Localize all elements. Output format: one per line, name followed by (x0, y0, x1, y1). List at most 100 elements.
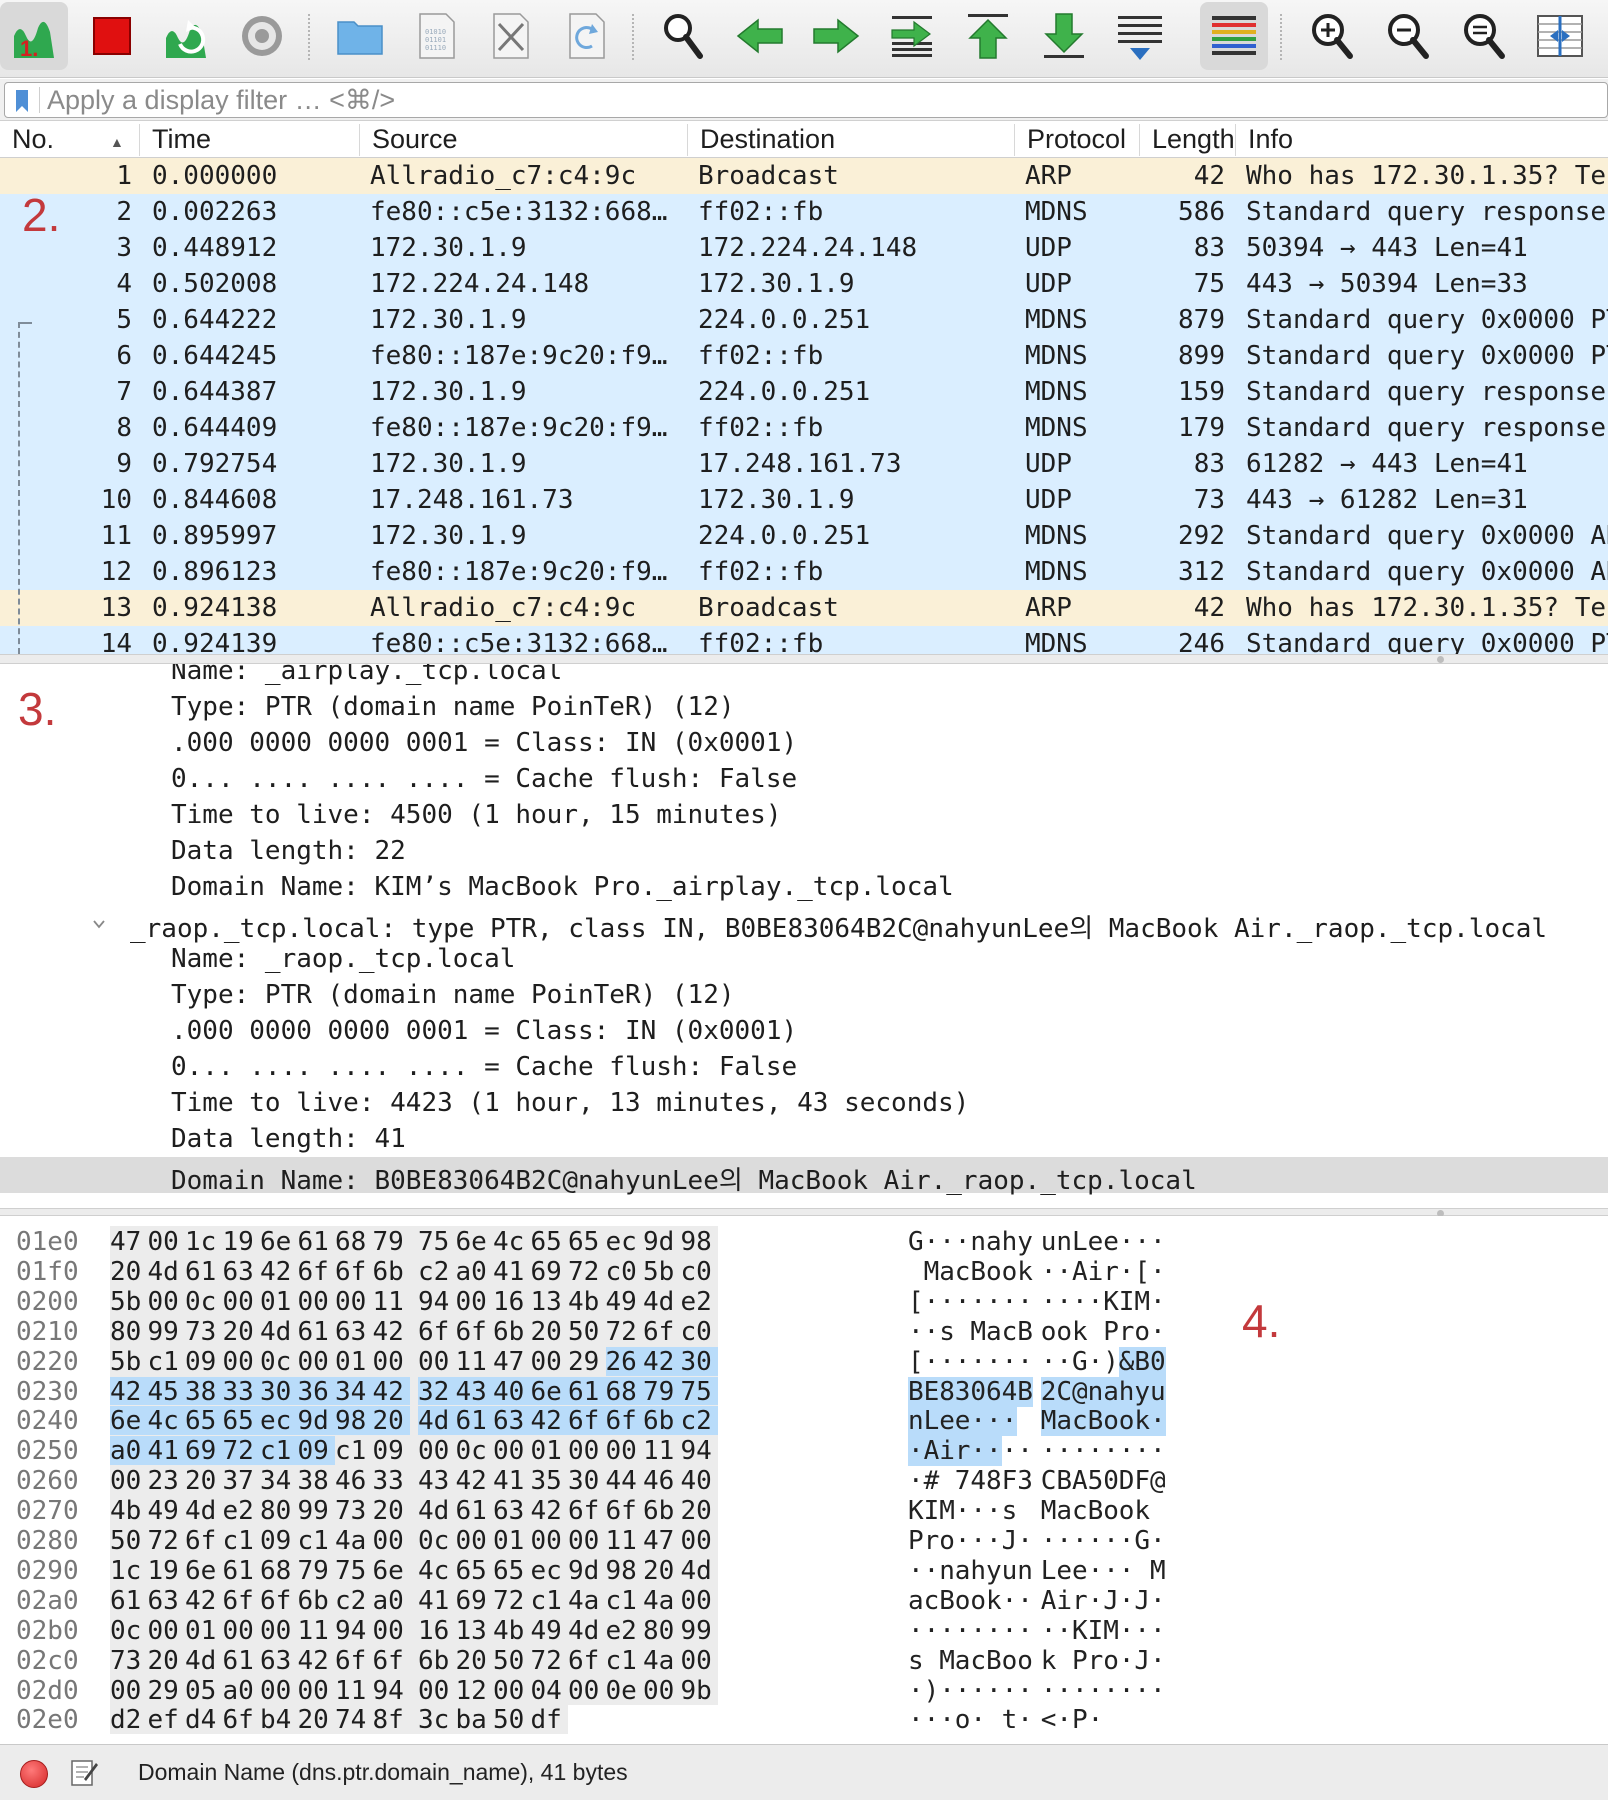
hex-byte[interactable]: 38 (185, 1376, 223, 1407)
hex-bytes[interactable]: 20 4d 61 63 42 6f 6f 6b c2 a0 41 69 72 c0 5b c0 (110, 1255, 718, 1287)
hex-byte[interactable]: 0c (110, 1616, 148, 1646)
hex-byte[interactable]: 79 (373, 1227, 411, 1257)
hex-byte[interactable]: 00 (493, 1676, 531, 1706)
hex-byte[interactable]: 42 (643, 1346, 681, 1377)
hex-byte[interactable]: ec (531, 1556, 569, 1586)
hex-byte[interactable]: 34 (335, 1376, 373, 1407)
hex-byte[interactable]: 6f (223, 1586, 261, 1616)
detail-line[interactable]: Data length: 22 (0, 833, 1608, 869)
hex-bytes[interactable]: 61 63 42 6f 6f 6b c2 a0 41 69 72 c1 4a c1 4a 00 (110, 1584, 718, 1616)
hex-byte[interactable]: 3c (418, 1705, 456, 1735)
hex-byte[interactable]: 00 (260, 1676, 298, 1706)
hex-byte[interactable]: 42 (260, 1257, 298, 1287)
hex-byte[interactable]: 9b (681, 1676, 719, 1706)
hex-byte[interactable]: c1 (223, 1526, 261, 1556)
hex-byte[interactable]: 42 (298, 1646, 336, 1676)
hex-byte[interactable]: c2 (680, 1406, 718, 1437)
hex-byte[interactable]: 11 (298, 1616, 336, 1646)
hex-byte[interactable]: 63 (493, 1496, 531, 1526)
hex-byte[interactable]: 19 (223, 1227, 261, 1257)
hex-byte[interactable]: 79 (298, 1556, 336, 1586)
hex-byte[interactable]: 68 (605, 1376, 643, 1407)
hex-byte[interactable]: 6b (298, 1586, 336, 1616)
hex-byte[interactable]: 75 (335, 1556, 373, 1586)
go-last-button[interactable] (1030, 2, 1098, 70)
save-file-button[interactable]: 01010 01101 01110 (402, 2, 470, 70)
hex-byte[interactable]: d2 (110, 1705, 148, 1735)
detail-line[interactable]: Data length: 41 (0, 1121, 1608, 1157)
hex-byte[interactable]: 44 (606, 1466, 644, 1496)
hex-byte[interactable]: c1 (606, 1586, 644, 1616)
hex-byte[interactable]: 1c (185, 1227, 223, 1257)
hex-byte[interactable]: 79 (643, 1376, 681, 1407)
hex-byte[interactable]: 61 (456, 1496, 494, 1526)
hex-byte[interactable]: 01 (493, 1526, 531, 1556)
hex-byte[interactable]: 40 (681, 1466, 719, 1496)
hex-byte[interactable]: a0 (373, 1586, 411, 1616)
packet-row[interactable]: 12 0.896123 fe80::187e:9c20:f9… ff02::fb MDN… (0, 554, 1608, 590)
hex-byte[interactable]: 49 (148, 1496, 186, 1526)
hex-byte[interactable]: 20 (298, 1705, 336, 1735)
hex-byte[interactable]: 50 (493, 1705, 531, 1735)
zoom-in-button[interactable] (1298, 2, 1366, 70)
hex-byte[interactable]: 73 (335, 1496, 373, 1526)
column-header-no[interactable]: No. ▲ (0, 124, 140, 156)
hex-byte[interactable]: 72 (493, 1586, 531, 1616)
column-header-destination[interactable]: Destination (688, 124, 1015, 156)
hex-byte[interactable]: 4a (643, 1646, 681, 1676)
detail-line[interactable]: Time to live: 4500 (1 hour, 15 minutes) (0, 797, 1608, 833)
hex-byte[interactable]: 4d (568, 1616, 606, 1646)
hex-byte[interactable]: a0 (223, 1676, 261, 1706)
hex-byte[interactable]: 00 (373, 1347, 411, 1377)
hex-byte[interactable]: 20 (531, 1317, 569, 1347)
hex-byte[interactable]: 00 (223, 1616, 261, 1646)
hex-byte[interactable]: c0 (681, 1317, 719, 1347)
hex-byte[interactable]: 72 (222, 1436, 260, 1467)
hex-byte[interactable]: c0 (606, 1257, 644, 1287)
hex-byte[interactable]: 46 (335, 1466, 373, 1496)
hex-byte[interactable]: 6e (110, 1406, 148, 1437)
hex-bytes[interactable]: 50 72 6f c1 09 c1 4a 00 0c 00 01 00 00 11 47 00 (110, 1525, 718, 1556)
hex-byte[interactable]: ec (260, 1406, 298, 1437)
hex-byte[interactable]: 11 (606, 1526, 644, 1556)
hex-bytes[interactable]: 80 99 73 20 4d 61 63 42 6f 6f 6b 20 50 72 6f c0 (110, 1315, 719, 1347)
hex-byte[interactable]: 41 (418, 1586, 456, 1616)
hex-byte[interactable]: 00 (148, 1616, 186, 1646)
hex-byte[interactable]: 00 (298, 1347, 336, 1377)
hex-byte[interactable]: 63 (148, 1586, 186, 1616)
capture-comment-icon[interactable] (70, 1757, 98, 1787)
hex-byte[interactable]: 6f (418, 1317, 456, 1347)
hex-byte[interactable]: c1 (148, 1347, 186, 1377)
hex-byte[interactable]: a0 (456, 1257, 494, 1287)
hex-bytes[interactable]: 00 29 05 a0 00 00 11 94 00 12 00 04 00 0e 00 9b (110, 1674, 719, 1706)
packet-details-tree[interactable]: Name: _airplay._tcp.local Type: PTR (doma… (0, 664, 1608, 1210)
hex-byte[interactable]: 4a (335, 1526, 373, 1556)
hex-bytes[interactable]: 42 45 38 33 30 36 34 42 32 43 40 6e 61 68 79 75 (110, 1375, 718, 1407)
hex-byte[interactable]: 30 (680, 1346, 718, 1377)
hex-byte[interactable]: 41 (493, 1466, 531, 1496)
hex-bytes[interactable]: 47 00 1c 19 6e 61 68 79 75 6e 4c 65 65 ec 9d 98 (110, 1226, 718, 1257)
start-capture-button[interactable]: 1. (0, 2, 68, 70)
hex-bytes[interactable]: d2 ef d4 6f b4 20 74 8f 3c ba 50 df (110, 1704, 569, 1735)
hex-byte[interactable]: 80 (260, 1496, 298, 1526)
go-back-button[interactable] (726, 2, 794, 70)
hex-byte[interactable]: a0 (110, 1436, 148, 1467)
hex-byte[interactable]: 73 (110, 1646, 148, 1676)
hex-byte[interactable]: 50 (110, 1526, 148, 1556)
hex-byte[interactable]: 20 (643, 1556, 681, 1586)
hex-byte[interactable]: 43 (418, 1466, 456, 1496)
hex-byte[interactable]: 4d (418, 1496, 456, 1526)
hex-byte[interactable]: 16 (418, 1616, 456, 1646)
packet-row[interactable]: 7 0.644387 172.30.1.9 224.0.0.251 MDNS 159 Sta… (0, 374, 1608, 410)
hex-byte[interactable]: c2 (418, 1257, 456, 1287)
hex-byte[interactable]: b4 (260, 1705, 298, 1735)
hex-byte[interactable]: 00 (643, 1676, 681, 1706)
hex-byte[interactable]: 00 (110, 1466, 148, 1496)
hex-byte[interactable]: 72 (148, 1526, 186, 1556)
hex-byte[interactable]: 8f (373, 1705, 411, 1735)
hex-byte[interactable]: 68 (260, 1556, 298, 1586)
hex-byte[interactable]: 4d (418, 1406, 456, 1437)
hex-byte[interactable]: 6f (568, 1406, 606, 1437)
hex-byte[interactable]: 00 (606, 1436, 644, 1466)
hex-byte[interactable]: df (531, 1705, 569, 1735)
